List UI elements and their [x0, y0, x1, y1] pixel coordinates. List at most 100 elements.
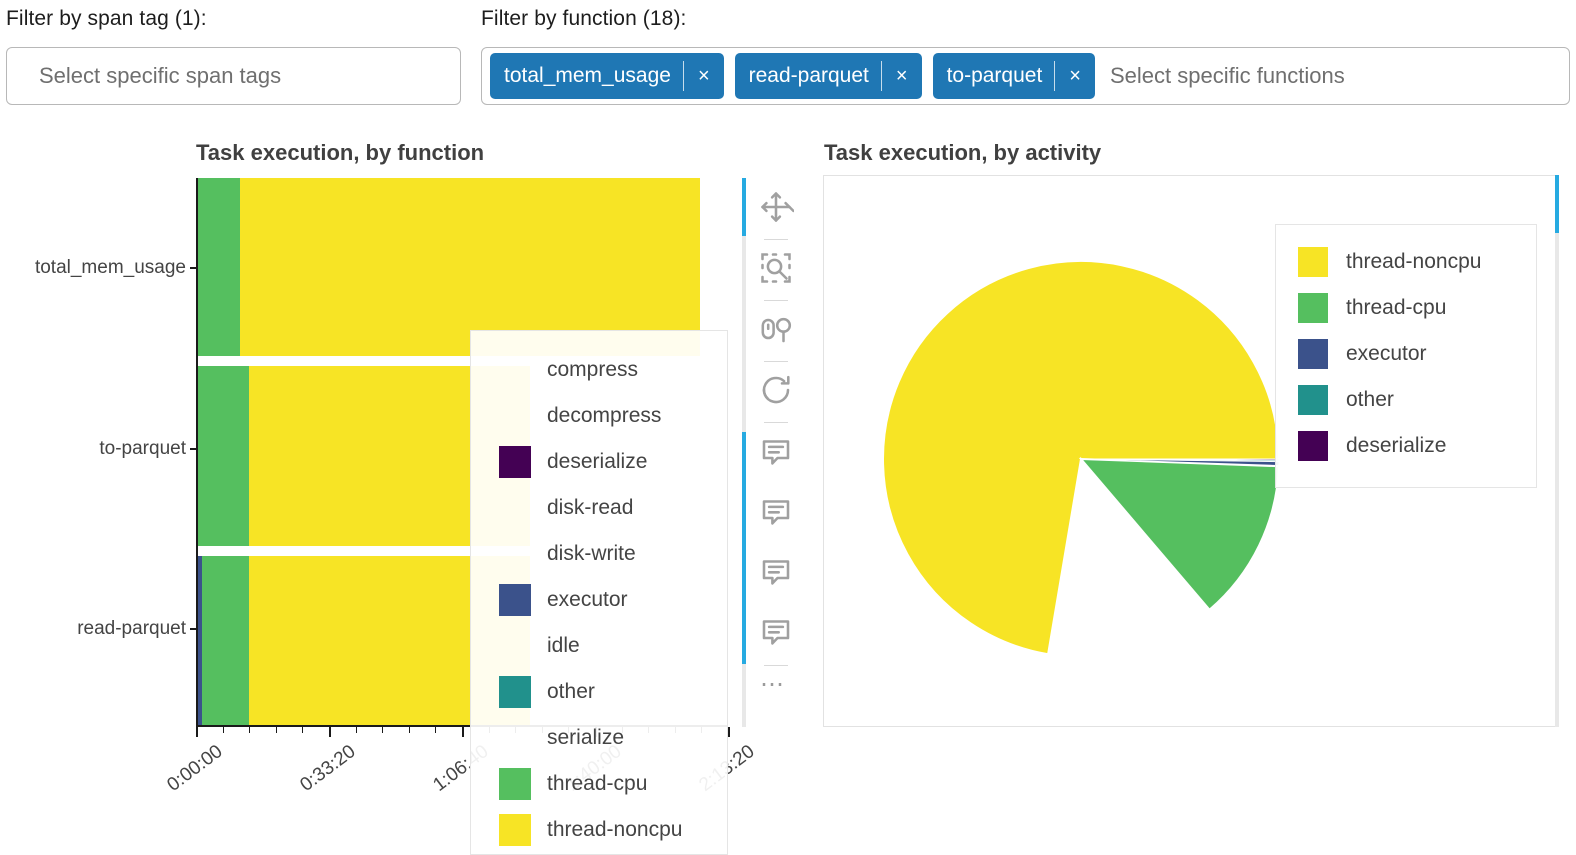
- chip-remove-icon[interactable]: ×: [882, 66, 922, 86]
- wheel-zoom-icon[interactable]: [758, 311, 794, 347]
- span-tag-select[interactable]: Select specific span tags: [6, 47, 461, 105]
- legend-swatch-other: [499, 676, 531, 708]
- function-filter-label: Filter by function (18):: [481, 7, 1570, 31]
- legend-label: thread-noncpu: [1346, 250, 1481, 274]
- legend-item-serialize[interactable]: serialize: [471, 715, 727, 761]
- right-chart-title: Task execution, by activity: [824, 140, 1101, 166]
- y-tick-label-read-parquet: read-parquet: [0, 618, 186, 640]
- x-tick-minor: [276, 727, 277, 733]
- legend-item-deserialize[interactable]: deserialize: [1276, 423, 1536, 469]
- hover-icon-2[interactable]: [758, 494, 794, 530]
- legend-label: decompress: [547, 404, 661, 428]
- legend-swatch-disk-read: [499, 492, 531, 524]
- toolbar-divider: [764, 239, 788, 240]
- legend-swatch-deserialize: [499, 446, 531, 478]
- chip-label: total_mem_usage: [490, 64, 683, 88]
- function-chip-total-mem-usage[interactable]: total_mem_usage ×: [490, 53, 724, 99]
- task-execution-by-activity-chart: Task execution, by activity thread-noncp…: [800, 128, 1576, 818]
- legend-label: serialize: [547, 726, 624, 750]
- box-zoom-icon[interactable]: [758, 250, 794, 286]
- legend-item-decompress[interactable]: decompress: [471, 393, 727, 439]
- function-chip-to-parquet[interactable]: to-parquet ×: [933, 53, 1095, 99]
- pan-icon[interactable]: [758, 189, 794, 225]
- legend-swatch-serialize: [499, 722, 531, 754]
- legend-label: other: [547, 680, 595, 704]
- x-tick-major: [462, 727, 464, 737]
- legend-item-thread-cpu[interactable]: thread-cpu: [471, 761, 727, 807]
- bar-segment-thread-cpu[interactable]: [198, 366, 249, 546]
- legend-label: deserialize: [1346, 434, 1446, 458]
- x-tick-major: [196, 727, 198, 737]
- chip-remove-icon[interactable]: ×: [1055, 66, 1095, 86]
- legend-swatch-executor: [1298, 339, 1328, 369]
- legend-label: executor: [1346, 342, 1427, 366]
- x-tick-minor: [409, 727, 410, 733]
- function-chip-read-parquet[interactable]: read-parquet ×: [735, 53, 922, 99]
- legend-item-deserialize[interactable]: deserialize: [471, 439, 727, 485]
- legend-swatch-executor: [499, 584, 531, 616]
- legend-label: other: [1346, 388, 1394, 412]
- right-chart-toolbar-track[interactable]: [1555, 175, 1559, 727]
- left-chart-legend[interactable]: compress decompress deserialize disk-rea…: [470, 330, 728, 855]
- left-chart-toolbar[interactable]: ⋯: [742, 178, 800, 727]
- legend-swatch-disk-write: [499, 538, 531, 570]
- x-tick-label-0: 0:00:00: [150, 741, 227, 807]
- legend-item-executor[interactable]: executor: [471, 577, 727, 623]
- x-tick-minor: [356, 727, 357, 733]
- bar-segment-thread-cpu[interactable]: [198, 178, 240, 356]
- reset-icon[interactable]: [758, 372, 794, 408]
- legend-item-other[interactable]: other: [1276, 377, 1536, 423]
- x-tick-minor: [249, 727, 250, 733]
- legend-item-thread-noncpu[interactable]: thread-noncpu: [471, 807, 727, 853]
- legend-label: executor: [547, 588, 628, 612]
- toolbar-active-indicator-hover: [742, 432, 746, 664]
- legend-item-compress[interactable]: compress: [471, 347, 727, 393]
- legend-swatch-thread-cpu: [499, 768, 531, 800]
- hover-icon-3[interactable]: [758, 554, 794, 590]
- legend-label: thread-cpu: [547, 772, 647, 796]
- legend-label: deserialize: [547, 450, 647, 474]
- legend-swatch-thread-noncpu: [499, 814, 531, 846]
- toolbar-divider: [764, 665, 788, 666]
- span-tag-filter-label: Filter by span tag (1):: [6, 7, 461, 31]
- more-icon[interactable]: ⋯: [760, 678, 787, 692]
- pie-slice-thread-cpu: [1076, 459, 1279, 612]
- y-tick-label-total-mem-usage: total_mem_usage: [0, 257, 186, 279]
- toolbar-divider: [764, 361, 788, 362]
- legend-label: compress: [547, 358, 638, 382]
- chip-label: to-parquet: [933, 64, 1055, 88]
- x-tick-minor: [435, 727, 436, 733]
- legend-swatch-decompress: [499, 400, 531, 432]
- hover-icon-4[interactable]: [758, 614, 794, 650]
- legend-item-other[interactable]: other: [471, 669, 727, 715]
- legend-swatch-compress: [499, 354, 531, 386]
- right-chart-plot-area[interactable]: thread-noncpu thread-cpu executor other …: [823, 175, 1556, 727]
- legend-label: thread-cpu: [1346, 296, 1446, 320]
- toolbar-divider: [764, 422, 788, 423]
- legend-label: disk-read: [547, 496, 633, 520]
- legend-swatch-idle: [499, 630, 531, 662]
- x-tick-minor: [223, 727, 224, 733]
- legend-item-thread-noncpu[interactable]: thread-noncpu: [1276, 239, 1536, 285]
- legend-item-disk-read[interactable]: disk-read: [471, 485, 727, 531]
- chip-remove-icon[interactable]: ×: [684, 66, 724, 86]
- left-chart-title: Task execution, by function: [196, 140, 484, 166]
- legend-swatch-deserialize: [1298, 431, 1328, 461]
- span-tag-placeholder: Select specific span tags: [11, 63, 281, 89]
- function-select[interactable]: total_mem_usage × read-parquet × to-parq…: [481, 47, 1570, 105]
- x-tick-minor: [382, 727, 383, 733]
- legend-item-disk-write[interactable]: disk-write: [471, 531, 727, 577]
- function-placeholder: Select specific functions: [1100, 63, 1345, 89]
- x-tick-label-1: 0:33:20: [283, 741, 360, 807]
- right-chart-legend[interactable]: thread-noncpu thread-cpu executor other …: [1275, 224, 1537, 488]
- span-tag-filter: Filter by span tag (1): Select specific …: [6, 7, 461, 105]
- legend-item-executor[interactable]: executor: [1276, 331, 1536, 377]
- legend-item-idle[interactable]: idle: [471, 623, 727, 669]
- legend-label: disk-write: [547, 542, 636, 566]
- legend-swatch-thread-noncpu: [1298, 247, 1328, 277]
- chip-label: read-parquet: [735, 64, 881, 88]
- hover-icon-1[interactable]: [758, 434, 794, 470]
- function-filter: Filter by function (18): total_mem_usage…: [481, 7, 1570, 105]
- legend-item-thread-cpu[interactable]: thread-cpu: [1276, 285, 1536, 331]
- bar-segment-thread-cpu[interactable]: [202, 556, 249, 727]
